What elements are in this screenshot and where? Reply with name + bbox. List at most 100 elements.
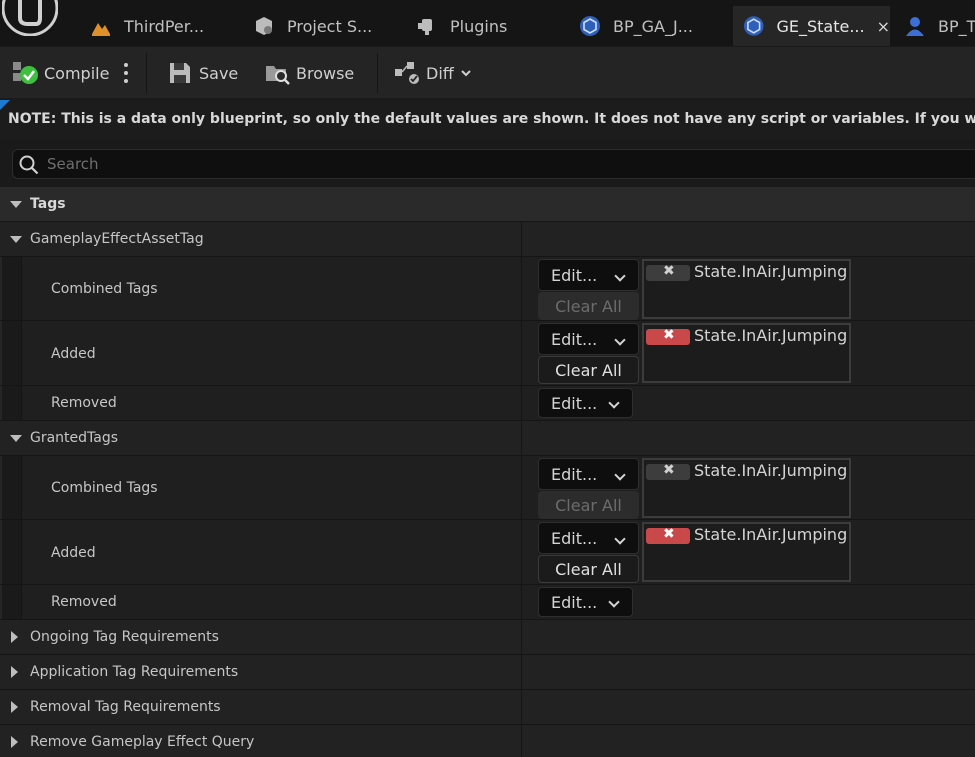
indent-guide: [0, 456, 22, 519]
unreal-logo-icon[interactable]: [2, 0, 58, 36]
property-removed: Removed Edit...: [0, 386, 975, 421]
group-title: Remove Gameplay Effect Query: [30, 734, 255, 750]
remove-x-icon: ✖: [663, 327, 675, 343]
column-splitter[interactable]: [521, 321, 522, 385]
group-removal-tag-requirements[interactable]: Removal Tag Requirements: [0, 690, 975, 725]
level-map-icon: [92, 23, 110, 36]
edit-label: Edit...: [551, 465, 598, 484]
tab-bp-character[interactable]: BP_T: [904, 6, 975, 46]
chevron-down-icon: [614, 270, 626, 282]
tab-plugins[interactable]: Plugins: [416, 6, 507, 46]
edit-label: Edit...: [551, 593, 598, 612]
edit-tags-button[interactable]: Edit...: [538, 587, 633, 617]
tab-label: Project S...: [287, 16, 373, 36]
remove-tag-button[interactable]: ✖: [646, 526, 690, 544]
collapse-arrow-icon[interactable]: [10, 236, 22, 243]
indent-guide: [0, 321, 22, 385]
group-ongoing-tag-requirements[interactable]: Ongoing Tag Requirements: [0, 620, 975, 655]
search-input[interactable]: [47, 153, 947, 175]
tab-label: Plugins: [450, 16, 508, 36]
group-remove-gameplay-effect-query[interactable]: Remove Gameplay Effect Query: [0, 725, 975, 757]
edit-tags-button[interactable]: Edit...: [538, 323, 639, 355]
clear-all-button[interactable]: Clear All: [538, 555, 639, 583]
tag-list: ✖ State.InAir.Jumping: [642, 522, 851, 582]
blueprint-icon: [743, 16, 764, 36]
tab-project-settings[interactable]: Project S...: [253, 6, 372, 46]
remove-tag-button: ✖: [646, 462, 690, 480]
toolbar-divider: [146, 53, 147, 93]
column-splitter[interactable]: [521, 690, 522, 724]
edit-tags-button[interactable]: Edit...: [538, 388, 633, 418]
column-splitter[interactable]: [521, 386, 522, 420]
save-button[interactable]: Save: [167, 47, 238, 99]
collapse-arrow-icon[interactable]: [10, 435, 22, 442]
clear-all-button: Clear All: [538, 292, 639, 320]
column-splitter[interactable]: [521, 725, 522, 757]
clear-all-button: Clear All: [538, 491, 639, 519]
tab-label: BP_T: [938, 16, 975, 36]
expand-arrow-icon[interactable]: [11, 736, 18, 748]
category-tags[interactable]: Tags: [0, 187, 975, 222]
group-title: Ongoing Tag Requirements: [30, 629, 219, 645]
column-splitter[interactable]: [521, 620, 522, 654]
remove-x-icon: ✖: [663, 263, 675, 279]
tab-bar: ThirdPer... Project S... Plugins BP_GA_J…: [0, 0, 975, 46]
remove-tag-button[interactable]: ✖: [646, 327, 690, 345]
column-splitter[interactable]: [521, 520, 522, 584]
tab-label: ThirdPer...: [124, 16, 205, 36]
column-splitter[interactable]: [521, 421, 522, 455]
edit-tags-button[interactable]: Edit...: [538, 522, 639, 554]
tab-label: GE_State...: [776, 16, 865, 36]
group-application-tag-requirements[interactable]: Application Tag Requirements: [0, 655, 975, 690]
toolbar-divider: [377, 53, 378, 93]
toolbar: Compile Save Browse Diff: [0, 46, 975, 98]
column-splitter[interactable]: [521, 655, 522, 689]
group-gameplay-effect-asset-tag[interactable]: GameplayEffectAssetTag: [0, 222, 975, 257]
plugin-icon: [418, 19, 432, 35]
save-icon: [170, 63, 190, 83]
tab-bp-ga-jump[interactable]: BP_GA_J...: [579, 6, 693, 46]
close-icon[interactable]: ×: [877, 17, 890, 36]
browse-button[interactable]: Browse: [264, 47, 354, 99]
chevron-down-icon: [608, 596, 620, 608]
property-label: Removed: [51, 594, 117, 610]
column-splitter[interactable]: [521, 585, 522, 619]
clear-all-button[interactable]: Clear All: [538, 356, 639, 384]
character-icon: [906, 17, 924, 36]
chevron-down-icon: [608, 397, 620, 409]
column-splitter[interactable]: [521, 456, 522, 519]
diff-button[interactable]: Diff: [394, 47, 472, 99]
property-label: Removed: [51, 395, 117, 411]
expand-arrow-icon[interactable]: [11, 666, 18, 678]
property-label: Combined Tags: [51, 480, 158, 496]
chevron-down-icon: [614, 469, 626, 481]
tag-label: State.InAir.Jumping: [694, 525, 848, 544]
property-label: Added: [51, 346, 96, 362]
column-splitter[interactable]: [521, 222, 522, 256]
compile-options-icon[interactable]: [122, 61, 130, 85]
compile-button[interactable]: Compile: [12, 47, 109, 99]
diff-icon: [395, 62, 419, 84]
property-combined-tags: Combined Tags Edit... Clear All ✖ State.…: [0, 456, 975, 520]
edit-tags-button[interactable]: Edit...: [538, 259, 639, 291]
property-label: Combined Tags: [51, 281, 158, 297]
search-icon: [19, 155, 39, 175]
property-label: Added: [51, 545, 96, 561]
expand-arrow-icon[interactable]: [11, 631, 18, 643]
tag-list: ✖ State.InAir.Jumping: [642, 323, 851, 383]
expand-arrow-icon[interactable]: [11, 701, 18, 713]
edit-tags-button[interactable]: Edit...: [538, 458, 639, 490]
collapse-arrow-icon[interactable]: [10, 201, 22, 208]
tab-thirdperson-map[interactable]: ThirdPer...: [90, 6, 204, 46]
tab-ge-state-active[interactable]: GE_State... ×: [733, 6, 890, 46]
save-label: Save: [199, 63, 239, 83]
remove-x-icon: ✖: [663, 462, 675, 478]
column-splitter[interactable]: [521, 257, 522, 320]
property-removed: Removed Edit...: [0, 585, 975, 620]
compile-success-icon: [13, 62, 38, 84]
project-settings-icon: [256, 17, 272, 35]
tag-list: ✖ State.InAir.Jumping: [642, 259, 851, 319]
group-granted-tags[interactable]: GrantedTags: [0, 421, 975, 456]
property-combined-tags: Combined Tags Edit... Clear All ✖ State.…: [0, 257, 975, 321]
chevron-down-icon: [614, 334, 626, 346]
